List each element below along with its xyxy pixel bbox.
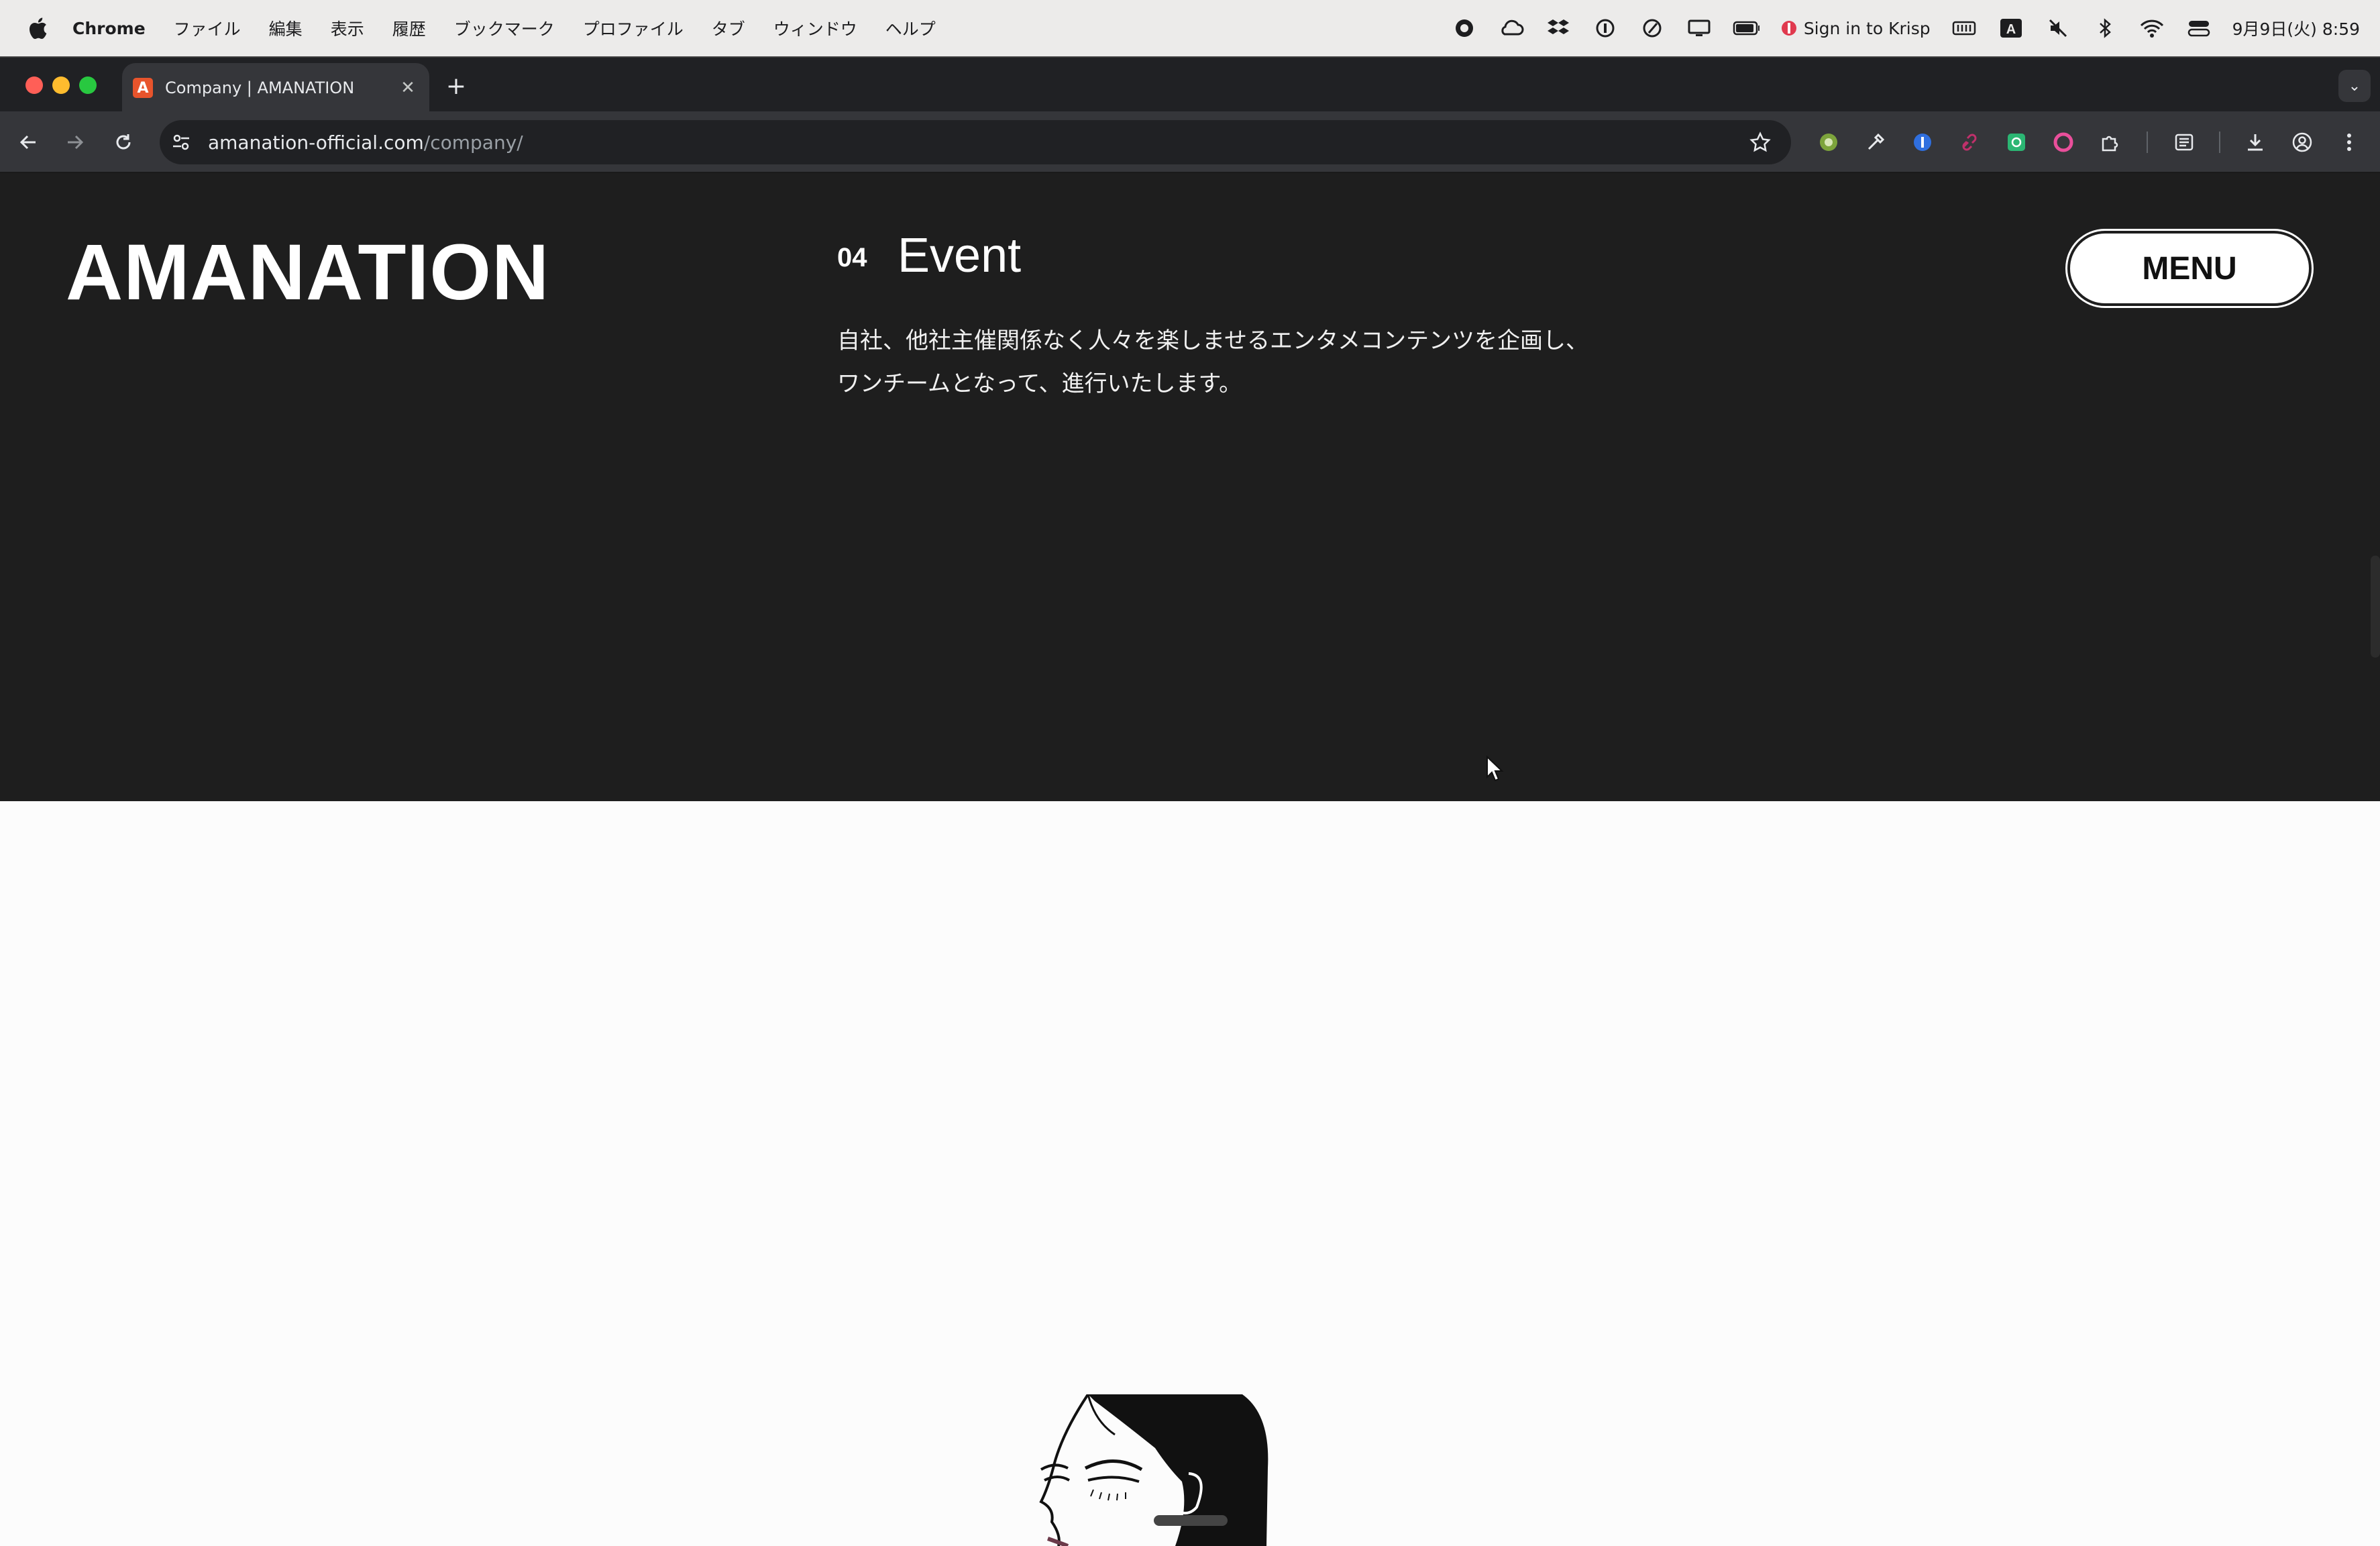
services-section: AMANATION 04 Event 自社、他社主催関係なく人々を楽しませるエン… <box>0 173 2380 801</box>
page-viewport: AMANATION 04 Event 自社、他社主催関係なく人々を楽しませるエン… <box>0 173 2380 1546</box>
menu-file[interactable]: ファイル <box>174 16 241 40</box>
url-host: amanation-official.com <box>208 131 424 154</box>
section-number: 04 <box>837 243 867 272</box>
url-text[interactable]: amanation-official.com/company/ <box>208 132 523 154</box>
browser-toolbar: amanation-official.com/company/ <box>0 111 2380 173</box>
menu-history[interactable]: 履歴 <box>392 16 426 40</box>
profile-avatar-icon[interactable] <box>2287 127 2317 157</box>
site-favicon-icon: A <box>133 78 153 98</box>
window-minimize-button[interactable] <box>52 76 70 94</box>
mouse-cursor-icon <box>1486 756 1504 782</box>
krisp-signin[interactable]: Sign in to Krisp <box>1780 19 1931 38</box>
menu-window[interactable]: ウィンドウ <box>773 16 857 40</box>
section-description: 自社、他社主催関係なく人々を楽しませるエンタメコンテンツを企画し、 ワンチームと… <box>837 319 1642 405</box>
menu-edit[interactable]: 編集 <box>269 16 303 40</box>
url-path: /company/ <box>423 131 523 154</box>
woman-face-illustration <box>1039 1394 1268 1546</box>
menu-view[interactable]: 表示 <box>331 16 364 40</box>
new-tab-button[interactable]: + <box>443 72 470 100</box>
extension-eyedropper-icon[interactable] <box>1861 127 1890 157</box>
record-icon[interactable] <box>1451 15 1478 42</box>
krisp-icon <box>1781 21 1796 36</box>
reading-list-icon[interactable] <box>2169 127 2199 157</box>
extension-1password-icon[interactable] <box>1908 127 1937 157</box>
wifi-icon[interactable] <box>2139 15 2165 42</box>
control-center-icon[interactable] <box>2185 15 2212 42</box>
menu-help[interactable]: ヘルプ <box>885 16 936 40</box>
screen: Chrome ファイル 編集 表示 履歴 ブックマーク プロファイル タブ ウィ… <box>0 0 2380 1546</box>
section-description-line-1: 自社、他社主催関係なく人々を楽しませるエンタメコンテンツを企画し、 <box>837 327 1588 354</box>
address-bar[interactable]: amanation-official.com/company/ <box>160 120 1791 164</box>
extension-color-icon[interactable] <box>2049 127 2078 157</box>
reload-icon <box>116 134 131 150</box>
menu-button[interactable]: MENU <box>2067 231 2312 306</box>
password-manager-icon[interactable] <box>1592 15 1619 42</box>
mute-icon[interactable] <box>2045 15 2071 42</box>
menu-bookmarks[interactable]: ブックマーク <box>454 16 555 40</box>
menu-clock[interactable]: 9月9日(火) 8:59 <box>2232 16 2360 40</box>
extension-screenshot-icon[interactable] <box>2002 127 2031 157</box>
site-settings-icon[interactable] <box>168 129 195 156</box>
battery-icon[interactable] <box>1733 15 1760 42</box>
tab-title: Company | AMANATION <box>165 79 355 97</box>
forward-arrow-icon <box>68 135 84 150</box>
mac-menu-bar: Chrome ファイル 編集 表示 履歴 ブックマーク プロファイル タブ ウィ… <box>0 0 2380 56</box>
bookmark-star-icon[interactable] <box>1747 129 1774 156</box>
reload-button[interactable] <box>109 127 138 157</box>
window-zoom-button[interactable] <box>79 76 97 94</box>
menu-tab[interactable]: タブ <box>712 16 745 40</box>
page-scrollbar-thumb[interactable] <box>2371 556 2380 658</box>
krisp-label: Sign in to Krisp <box>1803 18 1931 38</box>
tab-active[interactable]: A Company | AMANATION ✕ <box>122 63 429 113</box>
menu-profiles[interactable]: プロファイル <box>583 16 684 40</box>
input-method-icon[interactable]: A <box>1998 15 2024 42</box>
back-arrow-icon <box>19 135 36 150</box>
forward-button[interactable] <box>60 127 90 157</box>
menu-app-name[interactable]: Chrome <box>72 19 146 38</box>
svg-text:A: A <box>2006 22 2015 37</box>
back-button[interactable] <box>13 127 43 157</box>
display-icon[interactable] <box>1686 15 1713 42</box>
chrome-menu-icon[interactable] <box>2334 127 2364 157</box>
dropbox-icon[interactable] <box>1545 15 1572 42</box>
memory-icon[interactable] <box>1951 15 1978 42</box>
menu-bar-extras: Sign in to Krisp A 9月9日(火) 8:59 <box>1451 0 2360 56</box>
browser-tab-strip: A Company | AMANATION ✕ + ⌄ <box>0 56 2380 113</box>
tab-close-icon[interactable]: ✕ <box>396 76 420 100</box>
apple-logo-icon[interactable] <box>25 15 50 42</box>
bluetooth-icon[interactable] <box>2092 15 2118 42</box>
extension-link-icon[interactable] <box>1955 127 1984 157</box>
section-title: Event <box>898 229 1022 282</box>
site-logo[interactable]: AMANATION <box>66 227 549 318</box>
cloud-sync-icon[interactable] <box>1498 15 1525 42</box>
extension-chrome-icon[interactable] <box>1814 127 1843 157</box>
downloads-icon[interactable] <box>2240 127 2270 157</box>
moon-icon[interactable] <box>1639 15 1666 42</box>
window-close-button[interactable] <box>25 76 43 94</box>
section-description-line-2: ワンチームとなって、進行いたします。 <box>837 370 1242 397</box>
toolbar-divider-2 <box>2219 132 2220 153</box>
toolbar-divider <box>2147 132 2148 153</box>
tab-search-button[interactable]: ⌄ <box>2338 70 2371 102</box>
extensions-puzzle-icon[interactable] <box>2096 127 2125 157</box>
